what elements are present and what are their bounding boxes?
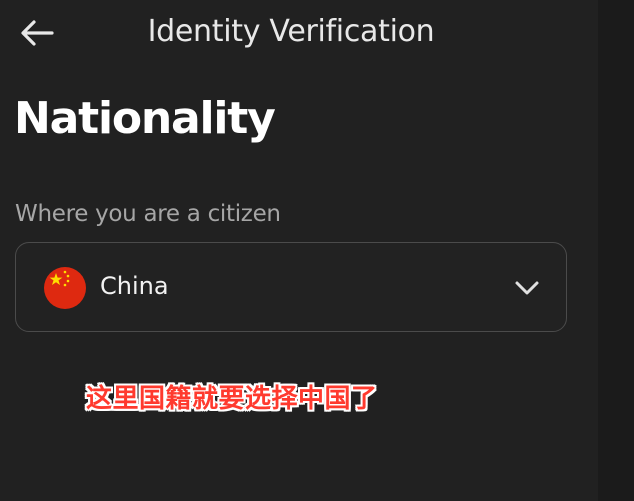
chevron-down-icon	[512, 277, 542, 299]
china-flag-icon	[44, 267, 86, 309]
nationality-selected-value: China	[100, 272, 169, 300]
page-title: Nationality	[14, 93, 276, 144]
overlay-caption: 这里国籍就要选择中国了	[86, 384, 378, 414]
header-title: Identity Verification	[147, 14, 435, 49]
nationality-select[interactable]: China	[15, 242, 567, 332]
background-app-edge	[598, 0, 634, 501]
nationality-field-label: Where you are a citizen	[15, 201, 281, 227]
identity-verification-screen: Identity Verification Nationality Where …	[0, 0, 598, 501]
